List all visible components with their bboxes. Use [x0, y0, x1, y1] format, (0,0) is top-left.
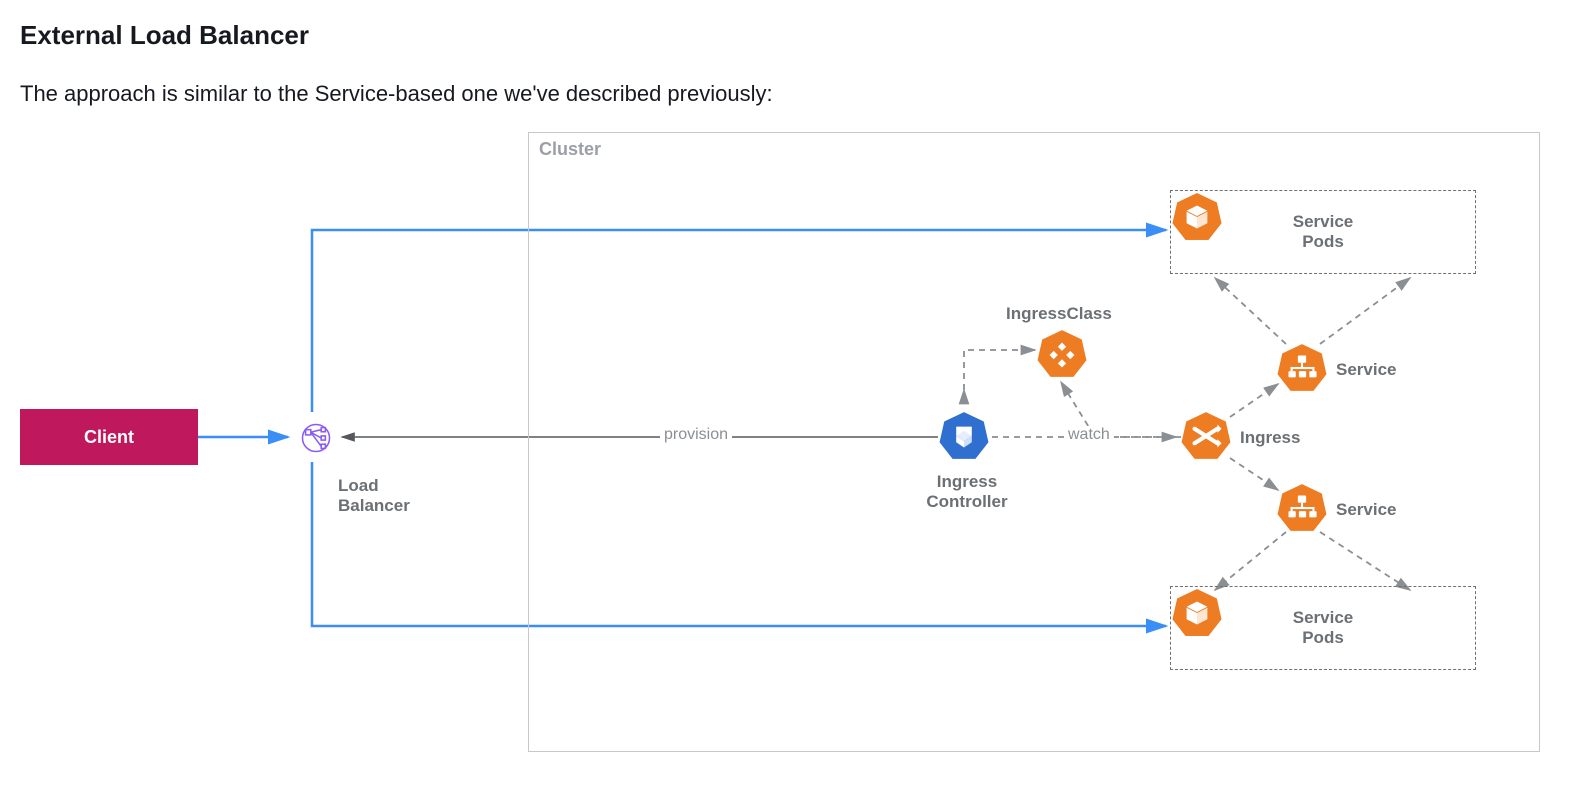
- service-top-label: Service: [1336, 360, 1397, 380]
- ingress-controller-label: Ingress Controller: [922, 472, 1012, 513]
- client-label: Client: [84, 427, 134, 448]
- edge-label-watch: watch: [1064, 426, 1114, 444]
- service-icon: [1276, 482, 1328, 534]
- load-balancer-label: Load Balancer: [338, 476, 410, 517]
- ingress-icon: [1180, 410, 1232, 462]
- service-pods-top: Service Pods: [1170, 190, 1476, 274]
- pod-icon: [1171, 191, 1223, 243]
- cluster-label: Cluster: [539, 139, 601, 160]
- ingress-label: Ingress: [1240, 428, 1300, 448]
- architecture-diagram: Cluster Client Load Balancer: [20, 132, 1540, 772]
- load-balancer-icon: [290, 412, 342, 464]
- pod-icon: [1171, 587, 1223, 639]
- service-pods-bottom-label: Service Pods: [1293, 608, 1354, 649]
- service-pods-top-label: Service Pods: [1293, 212, 1354, 253]
- client-node: Client: [20, 409, 198, 465]
- section-heading: External Load Balancer: [20, 20, 1552, 51]
- service-bottom-label: Service: [1336, 500, 1397, 520]
- ingress-class-icon: [1036, 328, 1088, 380]
- service-icon: [1276, 342, 1328, 394]
- edge-label-provision: provision: [660, 426, 732, 444]
- ingress-class-label: IngressClass: [1006, 304, 1112, 324]
- intro-paragraph: The approach is similar to the Service-b…: [20, 81, 1552, 107]
- service-pods-bottom: Service Pods: [1170, 586, 1476, 670]
- ingress-controller-icon: [938, 410, 990, 462]
